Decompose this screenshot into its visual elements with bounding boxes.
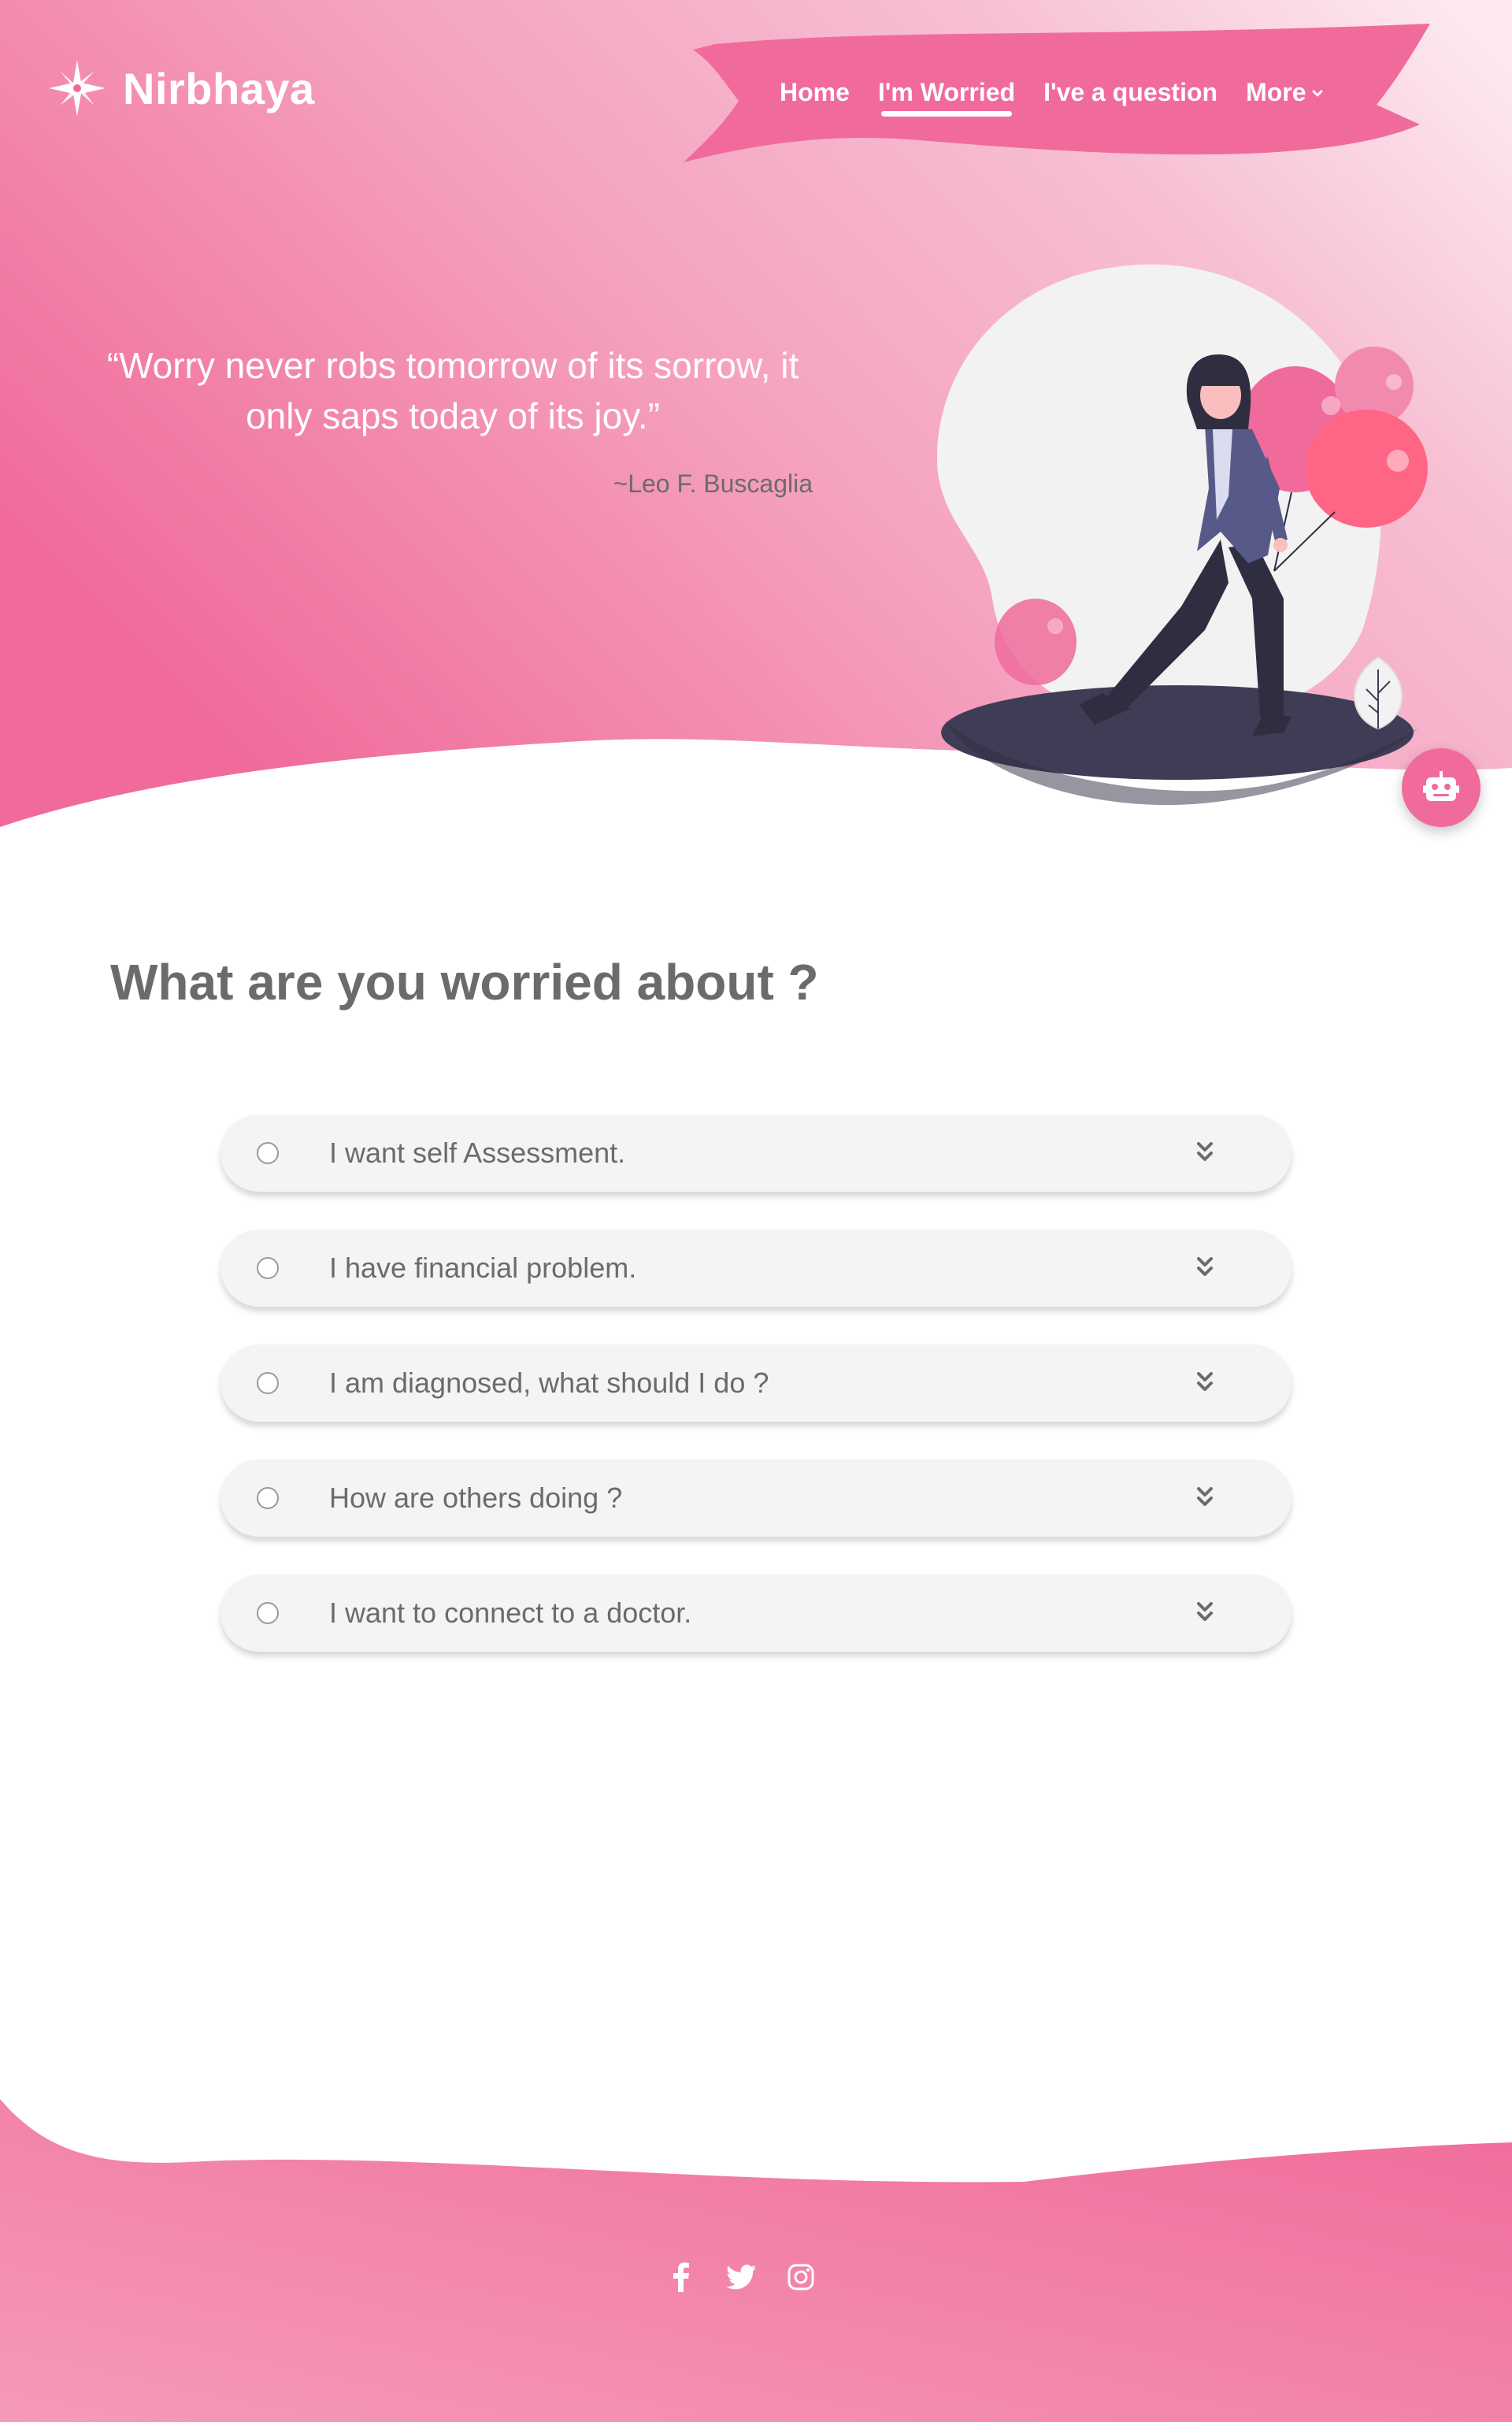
nav-item-ive-a-question[interactable]: I've a question	[1043, 78, 1217, 107]
nav-more-label: More	[1246, 77, 1306, 106]
facebook-link[interactable]	[666, 2262, 696, 2292]
chatbot-button[interactable]	[1402, 748, 1480, 827]
option-connect-doctor[interactable]: I want to connect to a doctor.	[220, 1574, 1292, 1652]
chevron-down-icon	[1312, 90, 1323, 97]
option-diagnosed[interactable]: I am diagnosed, what should I do ?	[220, 1345, 1292, 1422]
double-chevron-down-icon	[1197, 1372, 1213, 1391]
twitter-link[interactable]	[726, 2262, 756, 2292]
option-radio[interactable]	[257, 1487, 279, 1509]
facebook-icon	[673, 2262, 689, 2292]
logo-star-icon	[49, 60, 106, 117]
nav-item-more[interactable]: More	[1246, 78, 1323, 107]
double-chevron-down-icon	[1197, 1602, 1213, 1621]
brand-logo[interactable]: Nirbhaya	[46, 57, 315, 120]
page-title: What are you worried about ?	[110, 954, 819, 1011]
option-label: I want self Assessment.	[329, 1137, 626, 1169]
main-nav: Home I'm Worried I've a question More	[780, 72, 1324, 117]
option-others-doing[interactable]: How are others doing ?	[220, 1460, 1292, 1537]
brand-name: Nirbhaya	[123, 63, 315, 113]
option-label: How are others doing ?	[329, 1482, 623, 1514]
double-chevron-down-icon	[1197, 1142, 1213, 1161]
option-radio[interactable]	[257, 1142, 279, 1164]
worry-options-list: I want self Assessment. I have financial…	[220, 1115, 1292, 1689]
option-financial-problem[interactable]: I have financial problem.	[220, 1230, 1292, 1307]
woman-with-balloons-illustration	[937, 264, 1428, 806]
nav-item-im-worried[interactable]: I'm Worried	[878, 78, 1015, 117]
option-radio[interactable]	[257, 1602, 279, 1624]
twitter-icon	[726, 2264, 756, 2290]
social-links	[666, 2262, 816, 2292]
double-chevron-down-icon	[1197, 1487, 1213, 1506]
option-self-assessment[interactable]: I want self Assessment.	[220, 1115, 1292, 1192]
hero-quote: “Worry never robs tomorrow of its sorrow…	[106, 345, 799, 436]
footer-background	[0, 2099, 1512, 2422]
option-label: I am diagnosed, what should I do ?	[329, 1367, 769, 1399]
option-label: I want to connect to a doctor.	[329, 1597, 692, 1629]
option-radio[interactable]	[257, 1257, 279, 1279]
option-radio[interactable]	[257, 1372, 279, 1394]
double-chevron-down-icon	[1197, 1257, 1213, 1276]
nav-item-home[interactable]: Home	[780, 78, 850, 107]
quote-author: ~Leo F. Buscaglia	[613, 469, 813, 498]
robot-icon	[1423, 771, 1459, 801]
option-label: I have financial problem.	[329, 1252, 637, 1284]
instagram-icon	[788, 2264, 814, 2290]
instagram-link[interactable]	[786, 2262, 816, 2292]
